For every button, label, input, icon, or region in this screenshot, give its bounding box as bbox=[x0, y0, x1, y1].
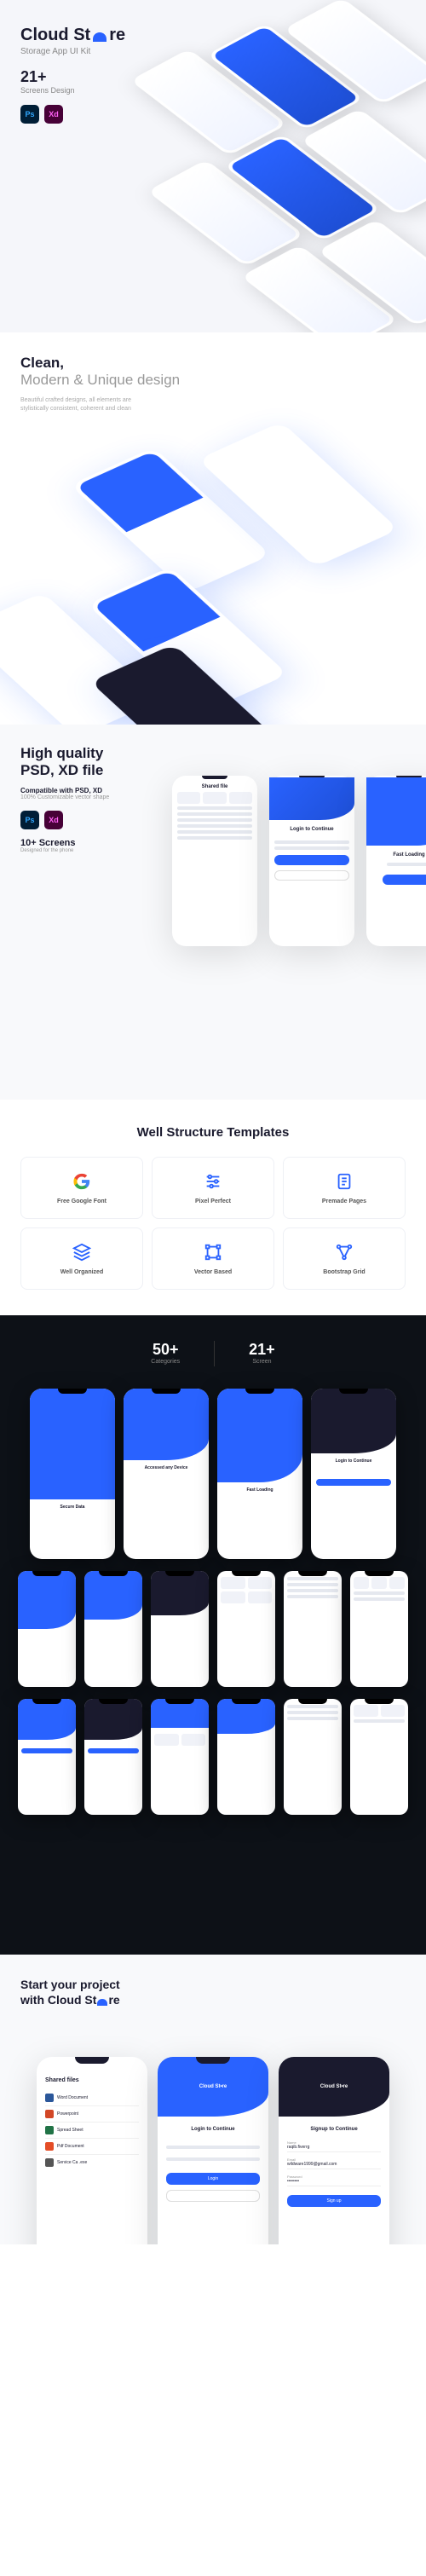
pages-icon bbox=[334, 1171, 354, 1192]
layers-icon bbox=[72, 1242, 92, 1262]
hq-phone-mockups: Shared file Login to Continue Fast Loadi… bbox=[172, 776, 426, 946]
phone-mockup-mini bbox=[350, 1571, 408, 1687]
phone-mockup-mini bbox=[151, 1571, 209, 1687]
dark-phones-row-3 bbox=[0, 1699, 426, 1815]
phone-mockup-files: Shared file bbox=[172, 776, 257, 946]
grid-icon bbox=[334, 1242, 354, 1262]
clean-modern-section: Clean, Modern & Unique design Beautiful … bbox=[0, 332, 426, 725]
phone-mockup-mini bbox=[284, 1571, 342, 1687]
cloud-icon bbox=[93, 32, 106, 42]
phone-mockup-mini bbox=[151, 1699, 209, 1815]
feature-bootstrap-grid: Bootstrap Grid bbox=[283, 1227, 406, 1290]
brand-logo: Cloud St re bbox=[20, 26, 406, 45]
tool-icons: Ps Xd bbox=[20, 105, 406, 124]
brand-name-part2: re bbox=[109, 26, 125, 45]
brand-tagline: Storage App UI Kit bbox=[20, 47, 406, 56]
feature-pixel-perfect: Pixel Perfect bbox=[152, 1157, 274, 1219]
hq-title-1: High quality bbox=[20, 745, 103, 761]
phone-shared-files: Shared files Word Document Powerpoint Sp… bbox=[37, 2057, 147, 2244]
stat-categories: 50+ Categories bbox=[151, 1341, 180, 1366]
photoshop-icon: Ps bbox=[20, 105, 39, 124]
well-title: Well Structure Templates bbox=[20, 1125, 406, 1140]
xd-icon: Xd bbox=[44, 811, 63, 829]
phone-mockup-mini bbox=[84, 1699, 142, 1815]
brand-name-part1: Cloud St bbox=[20, 26, 90, 45]
vector-icon bbox=[203, 1242, 223, 1262]
xd-icon: Xd bbox=[44, 105, 63, 124]
phone-mockup: Accessed any Device bbox=[124, 1389, 209, 1559]
phone-mockup-mini bbox=[84, 1571, 142, 1687]
phone-mockup: Secure Data bbox=[30, 1389, 115, 1559]
features-grid: Free Google Font Pixel Perfect Premade P… bbox=[20, 1157, 406, 1290]
feature-well-organized: Well Organized bbox=[20, 1227, 143, 1290]
phone-mockup-onboard: Fast Loading bbox=[366, 776, 426, 946]
cloud-icon bbox=[97, 1999, 107, 2006]
phone-mockup-mini bbox=[217, 1699, 275, 1815]
phone-mockup-login: Login to Continue bbox=[269, 776, 354, 946]
dark-phones-row-2 bbox=[0, 1571, 426, 1687]
feature-premade-pages: Premade Pages bbox=[283, 1157, 406, 1219]
sliders-icon bbox=[203, 1171, 223, 1192]
stat-screens: 21+ Screen bbox=[249, 1341, 275, 1366]
start-phones: Shared files Word Document Powerpoint Sp… bbox=[0, 2057, 426, 2244]
photoshop-icon: Ps bbox=[20, 811, 39, 829]
phone-login: Cloud St•re Login to Continue Login bbox=[158, 2057, 268, 2244]
phone-mockup-mini bbox=[350, 1699, 408, 1815]
dark-phones-row-1: Secure Data Accessed any Device Fast Loa… bbox=[0, 1389, 426, 1559]
start-project-section: Start your project with Cloud Stre Share… bbox=[0, 1955, 426, 2244]
screens-count-label: Screens Design bbox=[20, 86, 406, 95]
google-icon bbox=[72, 1171, 92, 1192]
stat-divider bbox=[214, 1341, 215, 1366]
phone-mockup: Login to Continue bbox=[311, 1389, 396, 1559]
hq-title-2: PSD, XD file bbox=[20, 762, 103, 778]
clean-phone-mockups bbox=[0, 392, 426, 725]
phone-mockup-mini bbox=[284, 1699, 342, 1815]
phone-mockup: Fast Loading bbox=[217, 1389, 302, 1559]
phone-signup: Cloud St•re Signup to Continue Name raqi… bbox=[279, 2057, 389, 2244]
clean-subtitle: Modern & Unique design bbox=[20, 372, 180, 388]
clean-title: Clean, bbox=[20, 355, 64, 371]
stats-row: 50+ Categories 21+ Screen bbox=[0, 1341, 426, 1366]
feature-vector-based: Vector Based bbox=[152, 1227, 274, 1290]
start-title: Start your project with Cloud Stre bbox=[0, 1977, 426, 2007]
screens-count: 21+ bbox=[20, 68, 406, 86]
feature-google-font: Free Google Font bbox=[20, 1157, 143, 1219]
high-quality-section: High quality PSD, XD file Compatible wit… bbox=[0, 725, 426, 1100]
phone-mockup-mini bbox=[18, 1699, 76, 1815]
phone-mockup-mini bbox=[18, 1571, 76, 1687]
dark-stats-section: 50+ Categories 21+ Screen Secure Data Ac… bbox=[0, 1315, 426, 1955]
well-structure-section: Well Structure Templates Free Google Fon… bbox=[0, 1100, 426, 1315]
hero-section: Cloud St re Storage App UI Kit 21+ Scree… bbox=[0, 0, 426, 332]
phone-mockup-mini bbox=[217, 1571, 275, 1687]
